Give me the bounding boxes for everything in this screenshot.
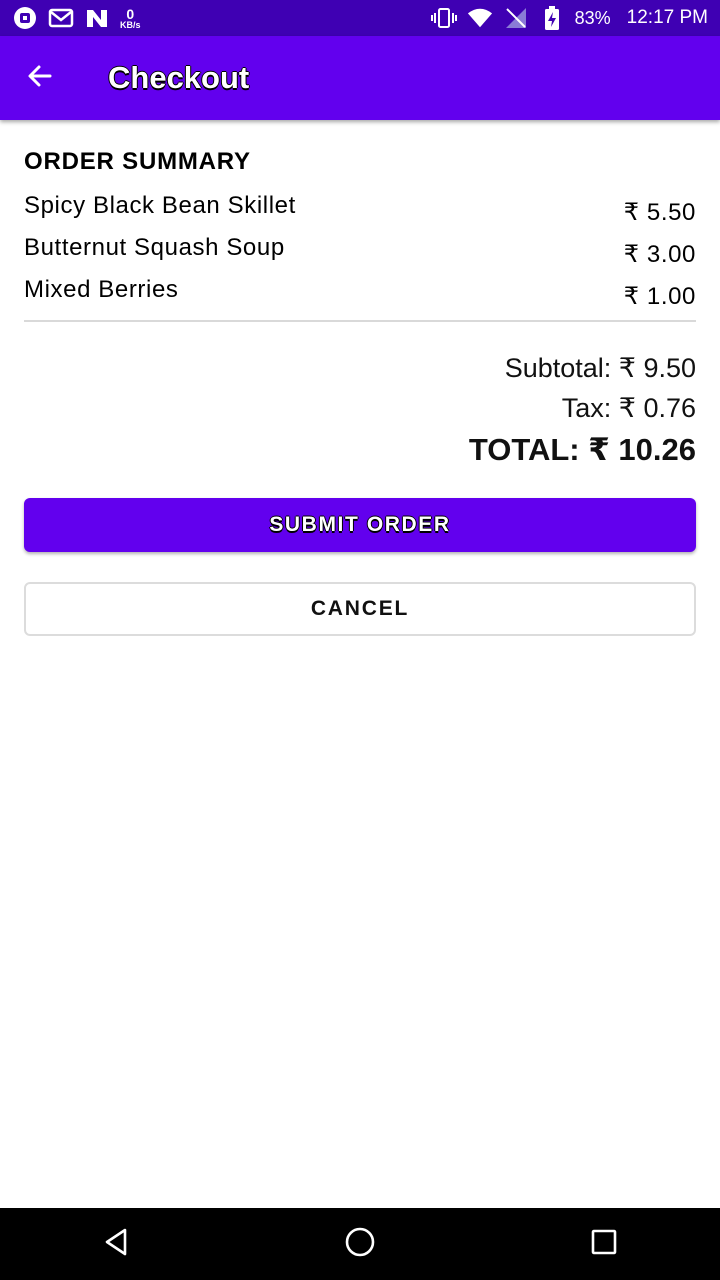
subtotal: Subtotal: ₹ 9.50 — [504, 353, 696, 383]
order-item-name: Mixed Berries — [24, 276, 179, 303]
order-item: Butternut Squash Soup ₹ 3.00 — [24, 226, 696, 268]
circle-home-icon — [344, 1226, 376, 1263]
app-bar: Checkout — [0, 36, 720, 120]
arrow-back-icon — [26, 62, 54, 95]
nav-home-button[interactable] — [336, 1220, 384, 1268]
system-nav-bar — [0, 1208, 720, 1280]
total: TOTAL: ₹ 10.26 — [468, 432, 696, 467]
order-item: Mixed Berries ₹ 1.00 — [24, 268, 696, 310]
status-bar: 0 KB/s 83% 12:17 PM — [0, 0, 720, 36]
order-item-name: Spicy Black Bean Skillet — [24, 192, 296, 219]
order-item-price: ₹ 1.00 — [623, 283, 696, 310]
order-item-price: ₹ 5.50 — [623, 199, 696, 226]
submit-order-label: SUBMIT ORDER — [269, 513, 451, 536]
battery-percent: 83% — [574, 7, 611, 28]
app-notification-icon — [12, 5, 38, 31]
order-summary-section: ORDER SUMMARY Spicy Black Bean Skillet ₹… — [24, 140, 696, 472]
submit-order-button[interactable]: SUBMIT ORDER — [24, 498, 696, 552]
order-item: Spicy Black Bean Skillet ₹ 5.50 — [24, 184, 696, 226]
divider — [24, 320, 696, 322]
cancel-label: CANCEL — [310, 597, 410, 620]
order-summary-heading: ORDER SUMMARY — [24, 148, 251, 175]
wifi-icon — [467, 5, 493, 31]
order-item-name: Butternut Squash Soup — [24, 234, 285, 261]
gmail-icon — [48, 5, 74, 31]
network-speed: 0 KB/s — [120, 7, 141, 30]
triangle-back-icon — [101, 1227, 131, 1262]
page-title: Checkout — [108, 60, 250, 95]
battery-charging-icon — [539, 5, 565, 31]
cancel-button[interactable]: CANCEL — [24, 582, 696, 636]
back-button[interactable] — [14, 52, 66, 104]
clock: 12:17 PM — [626, 7, 708, 28]
tax: Tax: ₹ 0.76 — [561, 393, 696, 423]
network-speed-value: 0 — [126, 5, 135, 22]
status-bar-left: 0 KB/s — [12, 0, 141, 36]
no-signal-icon — [503, 5, 529, 31]
network-speed-unit: KB/s — [120, 19, 141, 30]
nav-back-button[interactable] — [92, 1220, 140, 1268]
vibrate-icon — [430, 5, 457, 31]
order-item-price: ₹ 3.00 — [623, 241, 696, 268]
n-notification-icon — [84, 5, 110, 31]
nav-recents-button[interactable] — [580, 1220, 628, 1268]
order-totals: Subtotal: ₹ 9.50 Tax: ₹ 0.76 TOTAL: ₹ 10… — [24, 348, 696, 472]
square-recents-icon — [590, 1228, 618, 1261]
status-bar-right: 83% 12:17 PM — [430, 0, 708, 36]
